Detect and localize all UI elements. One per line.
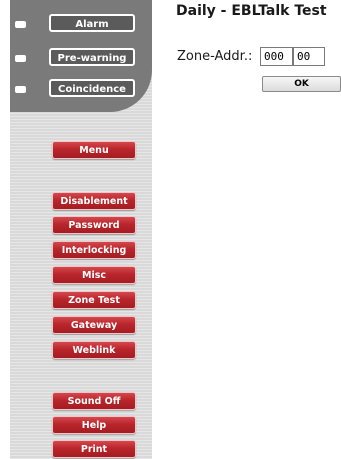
status-row-coincidence: Coincidence: [10, 79, 152, 99]
weblink-button[interactable]: Weblink: [52, 341, 136, 359]
gateway-button[interactable]: Gateway: [52, 316, 136, 334]
pre-warning-indicator-led: [15, 55, 26, 62]
status-panel: Alarm Pre-warning Coincidence: [10, 0, 152, 112]
disablement-button[interactable]: Disablement: [52, 192, 136, 210]
sidebar: Alarm Pre-warning Coincidence Menu Disab…: [10, 0, 152, 459]
zone-test-button[interactable]: Zone Test: [52, 291, 136, 309]
ok-button[interactable]: OK: [262, 76, 341, 92]
password-button[interactable]: Password: [52, 216, 136, 234]
print-button[interactable]: Print: [52, 440, 136, 458]
page-title: Daily - EBLTalk Test: [176, 3, 327, 19]
main-panel: Daily - EBLTalk Test Zone-Addr.: 000 00 …: [152, 0, 341, 459]
alarm-status-button[interactable]: Alarm: [49, 14, 135, 32]
sound-off-button[interactable]: Sound Off: [52, 392, 136, 410]
interlocking-button[interactable]: Interlocking: [52, 241, 136, 259]
status-row-pre-warning: Pre-warning: [10, 48, 152, 68]
status-row-alarm: Alarm: [10, 14, 152, 34]
help-button[interactable]: Help: [52, 416, 136, 434]
coincidence-status-button[interactable]: Coincidence: [49, 79, 135, 97]
menu-button[interactable]: Menu: [52, 141, 136, 159]
pre-warning-status-button[interactable]: Pre-warning: [49, 48, 135, 66]
alarm-indicator-led: [15, 21, 26, 28]
coincidence-indicator-led: [15, 86, 26, 93]
zone-addr-label: Zone-Addr.:: [177, 49, 253, 64]
misc-button[interactable]: Misc: [52, 266, 136, 284]
zone-input[interactable]: 000: [260, 47, 293, 66]
address-input[interactable]: 00: [293, 47, 325, 66]
